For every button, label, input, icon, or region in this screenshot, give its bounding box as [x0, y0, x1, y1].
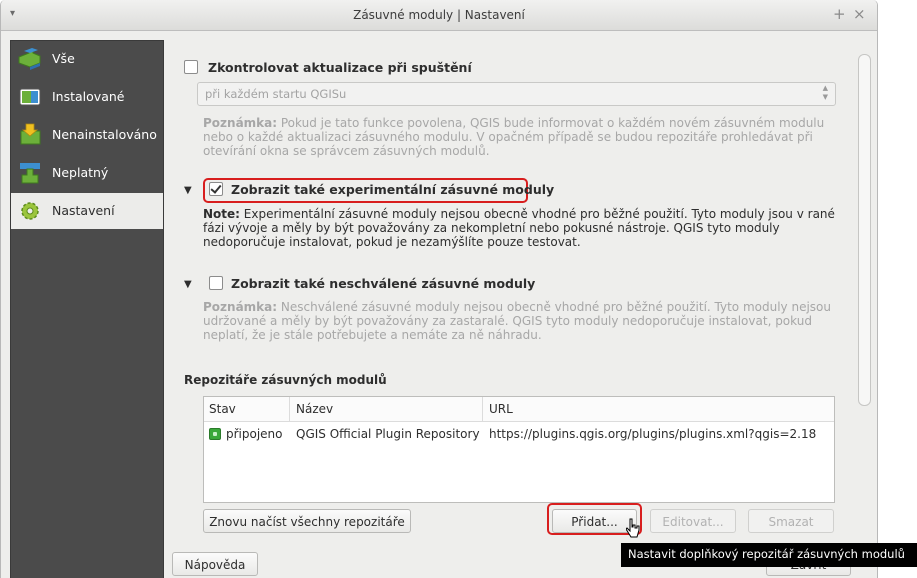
check-updates-label: Zkontrolovat aktualizace při spuštění — [208, 60, 472, 75]
deprecated-note: Poznámka: Neschválené zásuvné moduly nej… — [203, 300, 838, 342]
settings-panel: Zkontrolovat aktualizace při spuštění př… — [166, 40, 856, 578]
deprecated-disclosure-icon[interactable]: ▼ — [184, 279, 192, 290]
close-window-button[interactable]: × — [853, 5, 866, 23]
check-updates-option[interactable]: Zkontrolovat aktualizace při spuštění — [184, 60, 472, 75]
add-repository-tooltip: Nastavit doplňkový repozitář zásuvných m… — [621, 543, 917, 567]
repo-name: QGIS Official Plugin Repository — [296, 427, 480, 441]
update-note: Poznámka: Pokud je tato funkce povolena,… — [203, 116, 838, 158]
sidebar-item-label: Nenainstalováno — [52, 127, 157, 142]
update-note-text: Pokud je tato funkce povolena, QGIS bude… — [203, 116, 825, 158]
experimental-option[interactable]: Zobrazit také experimentální zásuvné mod… — [209, 182, 554, 197]
update-interval-select[interactable]: při každém startu QGISu ▲ ▼ — [197, 82, 836, 106]
connected-status-icon — [209, 428, 221, 440]
sidebar: Vše Instalované Nenainstalováno Neplatný — [10, 40, 164, 578]
reload-repositories-button[interactable]: Znovu načíst všechny repozitáře — [203, 509, 411, 533]
deprecated-checkbox[interactable] — [209, 276, 223, 290]
sidebar-item-installed[interactable]: Instalované — [11, 79, 163, 115]
update-interval-value: při každém startu QGISu — [205, 87, 347, 101]
column-divider — [482, 397, 483, 421]
repositories-label: Repozitáře zásuvných modulů — [184, 373, 387, 387]
sidebar-item-settings[interactable]: Nastavení — [11, 193, 163, 229]
mouse-pointer-icon — [626, 518, 640, 538]
sidebar-item-label: Nastavení — [52, 203, 115, 218]
check-updates-checkbox[interactable] — [184, 60, 198, 74]
experimental-label: Zobrazit také experimentální zásuvné mod… — [231, 182, 555, 197]
sidebar-item-invalid[interactable]: Neplatný — [11, 155, 163, 191]
repositories-table[interactable]: Stav Název URL připojeno QGIS Official P… — [203, 396, 835, 503]
table-header: Stav Název URL — [204, 397, 834, 422]
deprecated-option[interactable]: Zobrazit také neschválené zásuvné moduly — [209, 276, 535, 291]
deprecated-note-text: Neschválené zásuvné moduly nejsou obecně… — [203, 300, 831, 342]
experimental-note-prefix: Note: — [203, 207, 240, 221]
help-button[interactable]: Nápověda — [172, 552, 258, 576]
puzzle-download-icon — [20, 123, 41, 145]
sidebar-item-label: Vše — [52, 51, 75, 66]
sidebar-item-not-installed[interactable]: Nenainstalováno — [11, 117, 163, 153]
window-title: Zásuvné moduly | Nastavení — [353, 8, 525, 22]
experimental-checkbox[interactable] — [209, 182, 223, 196]
column-divider — [289, 397, 290, 421]
deprecated-label: Zobrazit také neschválené zásuvné moduly — [231, 276, 536, 291]
experimental-disclosure-icon[interactable]: ▼ — [184, 185, 192, 196]
sidebar-item-all[interactable]: Vše — [11, 41, 163, 77]
experimental-note: Note: Experimentální zásuvné moduly nejs… — [203, 207, 838, 249]
sidebar-item-label: Instalované — [52, 89, 125, 104]
add-repository-button[interactable]: Přidat... — [552, 509, 637, 533]
gear-icon — [21, 202, 39, 220]
repo-url: https://plugins.qgis.org/plugins/plugins… — [489, 427, 817, 441]
spin-arrows-icon: ▲ ▼ — [822, 84, 828, 101]
title-bar: ▾ Zásuvné moduly | Nastavení + × — [1, 0, 877, 31]
delete-repository-button[interactable]: Smazat — [748, 509, 834, 533]
column-header-name[interactable]: Název — [296, 402, 333, 416]
column-header-status[interactable]: Stav — [209, 402, 236, 416]
column-header-url[interactable]: URL — [489, 402, 513, 416]
puzzle-installed-icon — [19, 88, 41, 106]
update-note-prefix: Poznámka: — [203, 116, 278, 130]
plugin-manager-window: ▾ Zásuvné moduly | Nastavení + × Vše Ins… — [0, 0, 878, 578]
vertical-scrollbar[interactable] — [858, 54, 871, 406]
sidebar-item-label: Neplatný — [52, 165, 109, 180]
experimental-note-text: Experimentální zásuvné moduly nejsou obe… — [203, 207, 835, 249]
puzzle-stack-icon — [18, 48, 41, 70]
maximize-button[interactable]: + — [833, 5, 846, 23]
puzzle-invalid-icon — [20, 163, 40, 184]
repo-status: připojeno — [226, 427, 283, 441]
edit-repository-button[interactable]: Editovat... — [650, 509, 736, 533]
deprecated-note-prefix: Poznámka: — [203, 300, 278, 314]
